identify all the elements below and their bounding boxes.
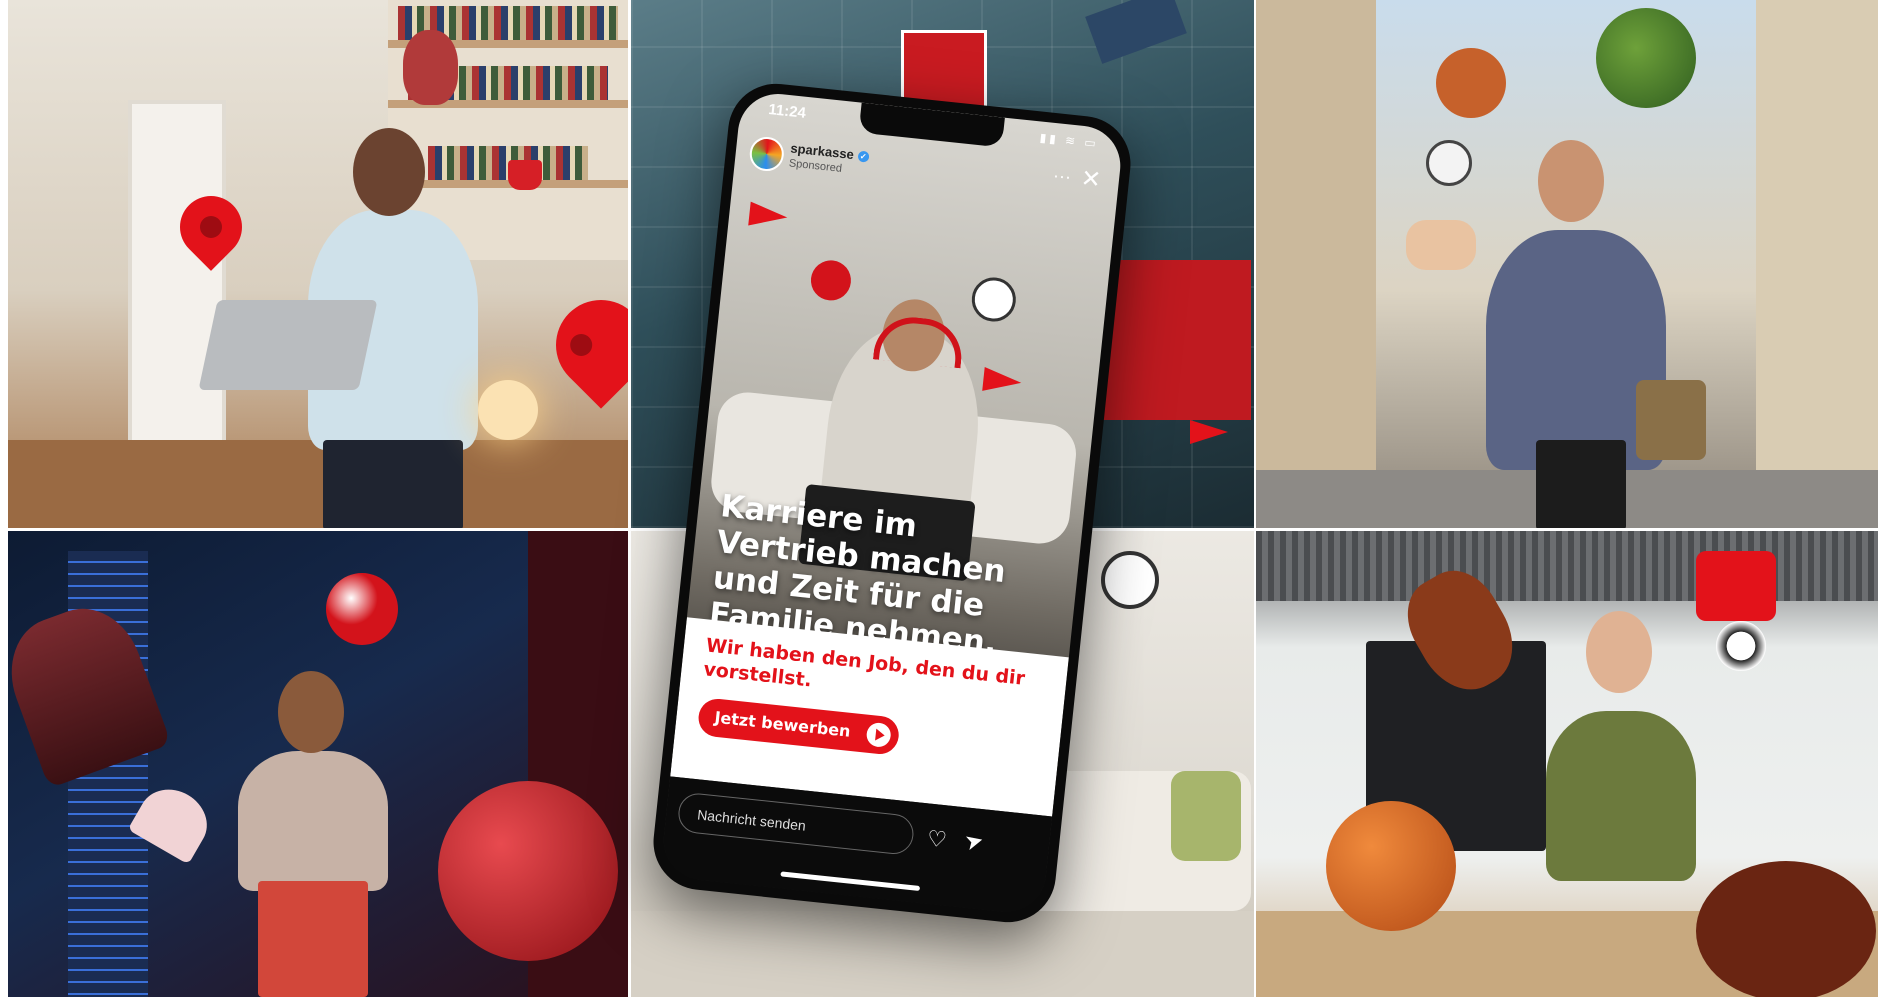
ceiling	[1256, 531, 1878, 601]
phone-notch	[858, 102, 1005, 148]
photo-call-center	[1256, 531, 1878, 997]
close-icon[interactable]: ✕	[1079, 164, 1102, 195]
collage: 11:24 ▮▮ ≋ ▭ sparkasse ✓ Sponsored ··· ✕ …	[0, 0, 1878, 997]
avatar[interactable]	[748, 135, 786, 173]
verified-icon: ✓	[857, 150, 870, 163]
plush-bunny	[403, 30, 458, 105]
floor	[8, 440, 628, 528]
building-left	[1256, 0, 1376, 480]
photo-server-room	[8, 531, 628, 997]
paper-plane	[982, 366, 1023, 395]
heart-icon[interactable]: ♡	[926, 826, 948, 854]
status-icons: ▮▮ ≋ ▭	[1039, 130, 1100, 151]
woman-head	[278, 671, 344, 753]
red-mug	[508, 160, 542, 190]
thumbs-up-hand	[1406, 220, 1476, 270]
green-cushion	[1171, 771, 1241, 861]
globe	[1596, 8, 1696, 108]
apply-button[interactable]: Jetzt bewerben	[696, 697, 901, 756]
man-trousers	[1536, 440, 1626, 528]
apply-button-label: Jetzt bewerben	[713, 707, 852, 741]
paper-plane	[1190, 420, 1228, 444]
woman-blouse	[1546, 711, 1696, 881]
more-icon[interactable]: ···	[1052, 165, 1072, 188]
woman-trousers	[258, 881, 368, 997]
photo-home-office	[8, 0, 628, 528]
woman-shirt	[238, 751, 388, 891]
football-jersey	[1696, 551, 1776, 621]
laptop	[198, 300, 378, 390]
paper-plane	[748, 201, 789, 230]
ping-pong-paddle	[808, 258, 853, 303]
man-trousers	[323, 440, 463, 528]
building-right	[1756, 0, 1878, 490]
location-pin-icon	[537, 281, 628, 409]
status-time: 11:24	[767, 100, 807, 122]
shoulder-bag	[1636, 380, 1706, 460]
basketball	[1326, 801, 1456, 931]
soccer-ball	[1716, 621, 1766, 671]
message-input[interactable]: Nachricht senden	[676, 791, 916, 856]
home-indicator	[780, 871, 921, 892]
instagram-story-screen: 11:24 ▮▮ ≋ ▭ sparkasse ✓ Sponsored ··· ✕ …	[659, 90, 1125, 916]
photo-city-street	[1256, 0, 1878, 528]
volleyball	[326, 573, 398, 645]
man-head	[353, 128, 425, 216]
volleyball-large	[438, 781, 618, 961]
violin-large	[1696, 861, 1876, 997]
basketball	[1436, 48, 1506, 118]
woman-head	[1586, 611, 1652, 693]
clock	[969, 275, 1019, 324]
send-icon[interactable]: ➤	[962, 827, 986, 857]
phone-mockup: 11:24 ▮▮ ≋ ▭ sparkasse ✓ Sponsored ··· ✕ …	[648, 79, 1136, 927]
play-icon	[865, 721, 892, 749]
wall-clock	[1101, 551, 1159, 609]
door	[128, 100, 226, 478]
floor	[631, 911, 1254, 997]
man-head	[1538, 140, 1604, 222]
lamp	[478, 380, 538, 440]
clock	[1426, 140, 1472, 186]
